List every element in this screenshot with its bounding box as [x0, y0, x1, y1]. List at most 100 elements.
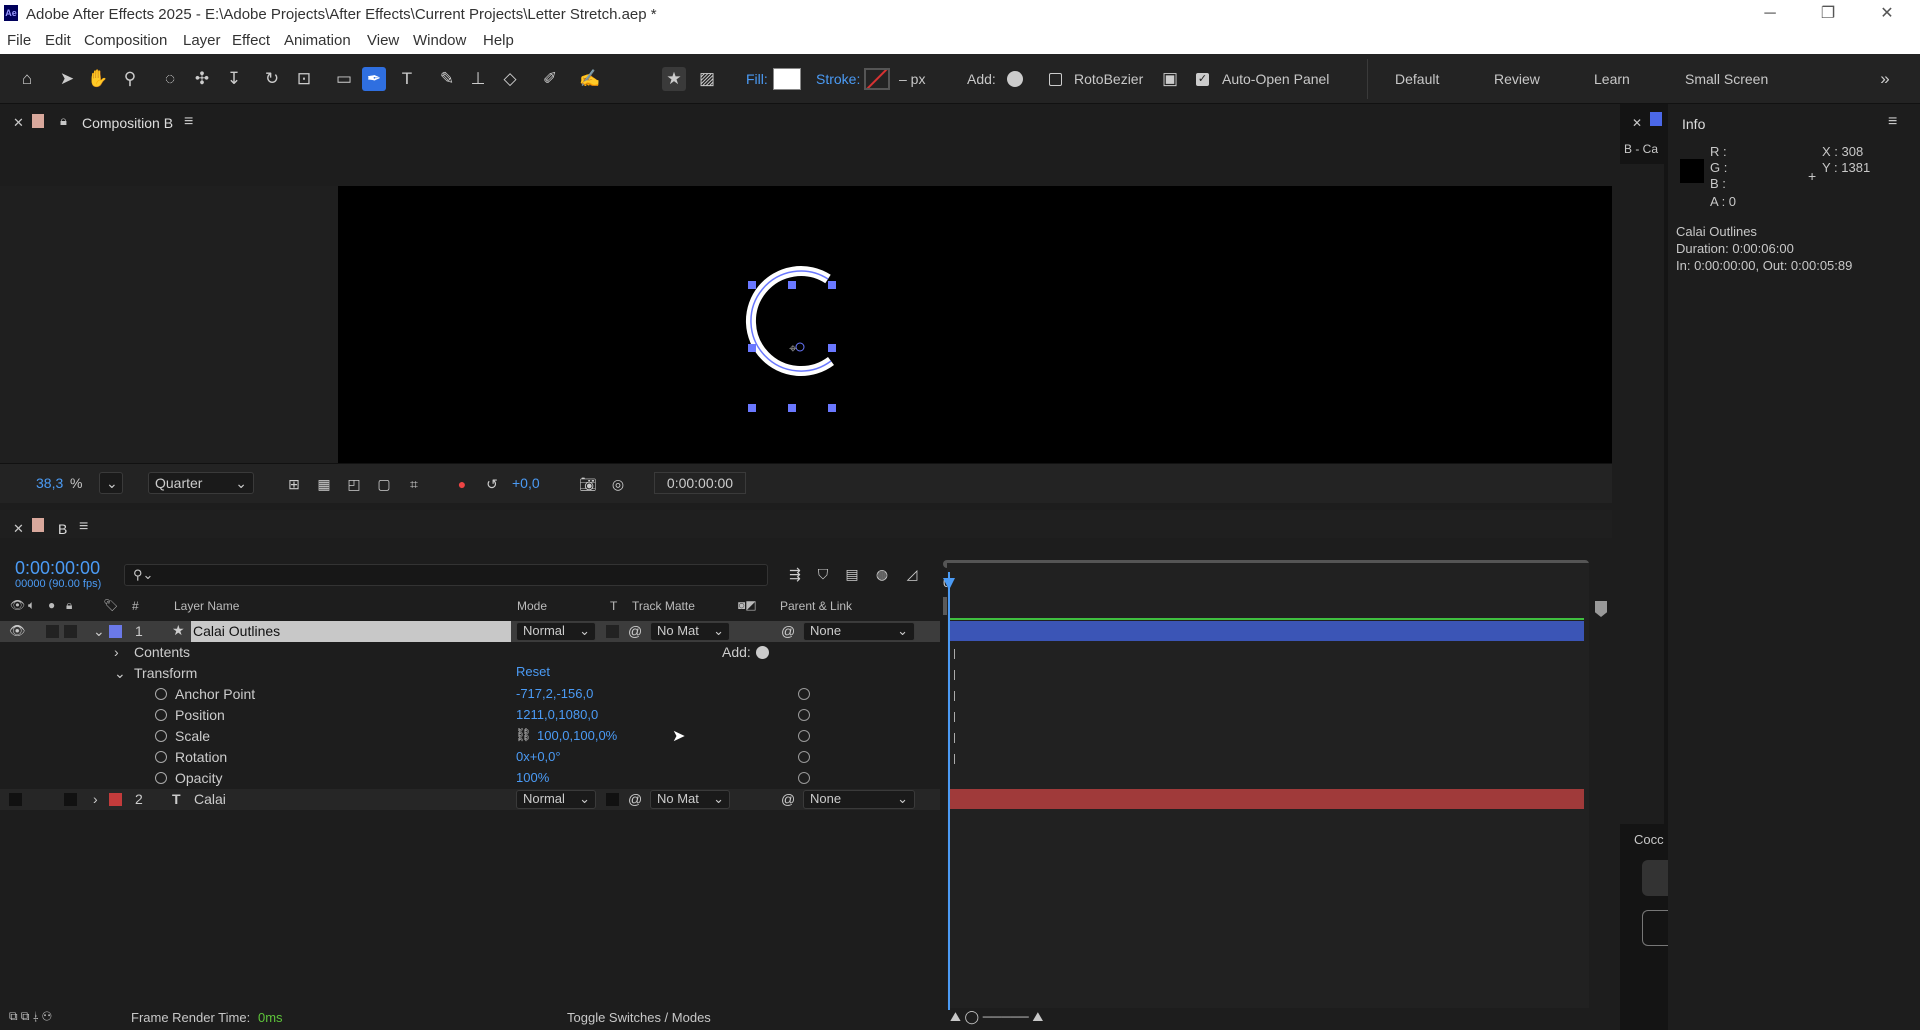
- lock-toggle[interactable]: [64, 793, 77, 806]
- close-button[interactable]: ✕: [1872, 4, 1902, 26]
- anchor-point-icon[interactable]: ⌖: [785, 340, 801, 356]
- composition-tab[interactable]: Composition B: [82, 115, 173, 131]
- bbox-handle[interactable]: [828, 281, 836, 289]
- bbox-handle[interactable]: [828, 344, 836, 352]
- timeline-tab[interactable]: B: [58, 521, 67, 537]
- layer-name-header[interactable]: Layer Name: [174, 599, 239, 613]
- panel-menu-icon[interactable]: ≡: [79, 518, 88, 536]
- chevron-down-icon[interactable]: ⌄: [114, 665, 126, 682]
- shy-icon[interactable]: ▤: [840, 562, 864, 586]
- layer-1-duration-bar[interactable]: [948, 621, 1584, 641]
- chevron-right-icon[interactable]: ›: [114, 644, 119, 660]
- layer-switches-icon[interactable]: ⧉ ⧉ ⸸ ⚇: [9, 1009, 52, 1024]
- dolly-tool-icon[interactable]: ↧: [222, 67, 246, 91]
- layer-search-input[interactable]: ⚲⌄: [124, 564, 768, 586]
- add-property-icon[interactable]: [1007, 71, 1023, 87]
- menu-composition[interactable]: Composition: [84, 32, 167, 49]
- graph-editor-icon[interactable]: ◿: [900, 562, 924, 586]
- menu-file[interactable]: File: [7, 32, 31, 49]
- bbox-handle[interactable]: [788, 281, 796, 289]
- comp-mini-flowchart-icon[interactable]: ⇶: [783, 562, 807, 586]
- brush-tool-icon[interactable]: ✎: [435, 67, 459, 91]
- workspace-small-screen[interactable]: Small Screen: [1685, 71, 1768, 87]
- grid-guides-icon[interactable]: ⌗: [402, 472, 426, 496]
- zoom-out-icon[interactable]: ⛰︎ ◯ ───── ⛰︎: [950, 1009, 1043, 1025]
- graph-icon[interactable]: ▣: [1158, 67, 1182, 91]
- property-row[interactable]: Opacity 100%: [0, 768, 940, 789]
- roto-brush-tool-icon[interactable]: ✐: [538, 67, 562, 91]
- stopwatch-icon[interactable]: [155, 751, 167, 763]
- letter-c-shape[interactable]: [338, 186, 1612, 463]
- property-row[interactable]: Scale ⛓︎ 100,0,100,0% ➤: [0, 726, 940, 747]
- fill-label[interactable]: Fill:: [746, 71, 768, 87]
- composition-viewer[interactable]: ⌖: [338, 186, 1612, 463]
- stopwatch-icon[interactable]: [155, 709, 167, 721]
- contents-row[interactable]: › Contents Add:: [0, 642, 940, 663]
- bbox-handle[interactable]: [748, 404, 756, 412]
- frame-blending-icon[interactable]: ◍: [870, 562, 894, 586]
- property-row[interactable]: Anchor Point -717,2,-156,0: [0, 684, 940, 705]
- resolution-dropdown[interactable]: Quarter ⌄: [148, 472, 254, 494]
- zoom-tool-icon[interactable]: ⚲: [118, 67, 142, 91]
- layer-name[interactable]: Calai: [194, 791, 226, 807]
- expression-pickwhip-icon[interactable]: [798, 772, 810, 784]
- bbox-handle[interactable]: [788, 404, 796, 412]
- region-of-interest-icon[interactable]: ▢: [372, 472, 396, 496]
- link-icon[interactable]: @: [628, 623, 642, 639]
- home-icon[interactable]: ⌂: [15, 67, 39, 91]
- clone-stamp-tool-icon[interactable]: ⊥: [466, 67, 490, 91]
- property-value[interactable]: -717,2,-156,0: [516, 686, 593, 701]
- visibility-eye-icon[interactable]: 👁︎: [9, 623, 26, 639]
- current-time[interactable]: 0:00:00:00: [15, 558, 100, 579]
- mask-visibility-icon[interactable]: ◰: [342, 472, 366, 496]
- channel-icon[interactable]: ●: [450, 472, 474, 496]
- stroke-swatch[interactable]: [864, 68, 890, 90]
- maximize-button[interactable]: ❐: [1813, 4, 1843, 26]
- property-value[interactable]: 1211,0,1080,0: [516, 707, 598, 722]
- layer-row[interactable]: › 2 T Calai Normal ⌄ @ No Mat ⌄ @ None ⌄: [0, 789, 940, 810]
- exposure-value[interactable]: +0,0: [512, 475, 540, 491]
- parent-dropdown[interactable]: None ⌄: [803, 622, 915, 641]
- close-tab-icon[interactable]: ✕: [13, 521, 24, 537]
- chevron-right-icon[interactable]: ›: [93, 791, 98, 807]
- property-value[interactable]: 0x+0,0°: [516, 749, 561, 764]
- close-tab-icon[interactable]: ✕: [1632, 116, 1642, 130]
- stroke-label[interactable]: Stroke:: [816, 71, 860, 87]
- layer-label-color[interactable]: [109, 793, 122, 806]
- zoom-dropdown[interactable]: ⌄: [99, 472, 123, 494]
- reset-exposure-icon[interactable]: ↺: [480, 472, 504, 496]
- rotate-tool-icon[interactable]: ↻: [260, 67, 284, 91]
- layer-row[interactable]: 👁︎ ⌄ 1 ★ Calai Outlines Normal ⌄ @ No Mat…: [0, 621, 940, 642]
- bbox-handle[interactable]: [748, 281, 756, 289]
- draft-3d-icon[interactable]: ⛉: [811, 562, 835, 586]
- stroke-width[interactable]: – px: [899, 71, 925, 87]
- constrain-proportions-icon[interactable]: ⛓︎: [515, 727, 532, 743]
- eraser-tool-icon[interactable]: ◇: [498, 67, 522, 91]
- rectangle-tool-icon[interactable]: ▭: [332, 67, 356, 91]
- expression-pickwhip-icon[interactable]: [798, 751, 810, 763]
- preserve-transparency-checkbox[interactable]: [606, 625, 619, 638]
- pick-whip-icon[interactable]: @: [781, 791, 795, 807]
- fill-swatch[interactable]: [773, 68, 801, 90]
- workspace-default[interactable]: Default: [1395, 71, 1439, 87]
- menu-window[interactable]: Window: [413, 32, 466, 49]
- pick-whip-icon[interactable]: @: [781, 623, 795, 639]
- type-tool-icon[interactable]: T: [395, 67, 419, 91]
- viewer-timecode[interactable]: 0:00:00:00: [654, 472, 746, 494]
- layer-2-duration-bar[interactable]: [948, 789, 1584, 809]
- lock-toggle[interactable]: [64, 625, 77, 638]
- track-matte-dropdown[interactable]: No Mat ⌄: [650, 622, 730, 641]
- stopwatch-icon[interactable]: [155, 730, 167, 742]
- zoom-value[interactable]: 38,3: [36, 475, 63, 491]
- toggle-switches-modes[interactable]: Toggle Switches / Modes: [567, 1010, 711, 1025]
- transparency-grid-icon[interactable]: ▦: [312, 472, 336, 496]
- property-row[interactable]: Position 1211,0,1080,0: [0, 705, 940, 726]
- fast-previews-icon[interactable]: ⊞: [282, 472, 306, 496]
- minimize-button[interactable]: ─: [1755, 4, 1785, 26]
- menu-edit[interactable]: Edit: [45, 32, 71, 49]
- solo-toggle[interactable]: [46, 625, 59, 638]
- pan-behind-tool-icon[interactable]: ⊡: [292, 67, 316, 91]
- puppet-tool-icon[interactable]: ✍: [578, 67, 602, 91]
- blend-mode-dropdown[interactable]: Normal ⌄: [516, 622, 596, 641]
- workspace-learn[interactable]: Learn: [1594, 71, 1630, 87]
